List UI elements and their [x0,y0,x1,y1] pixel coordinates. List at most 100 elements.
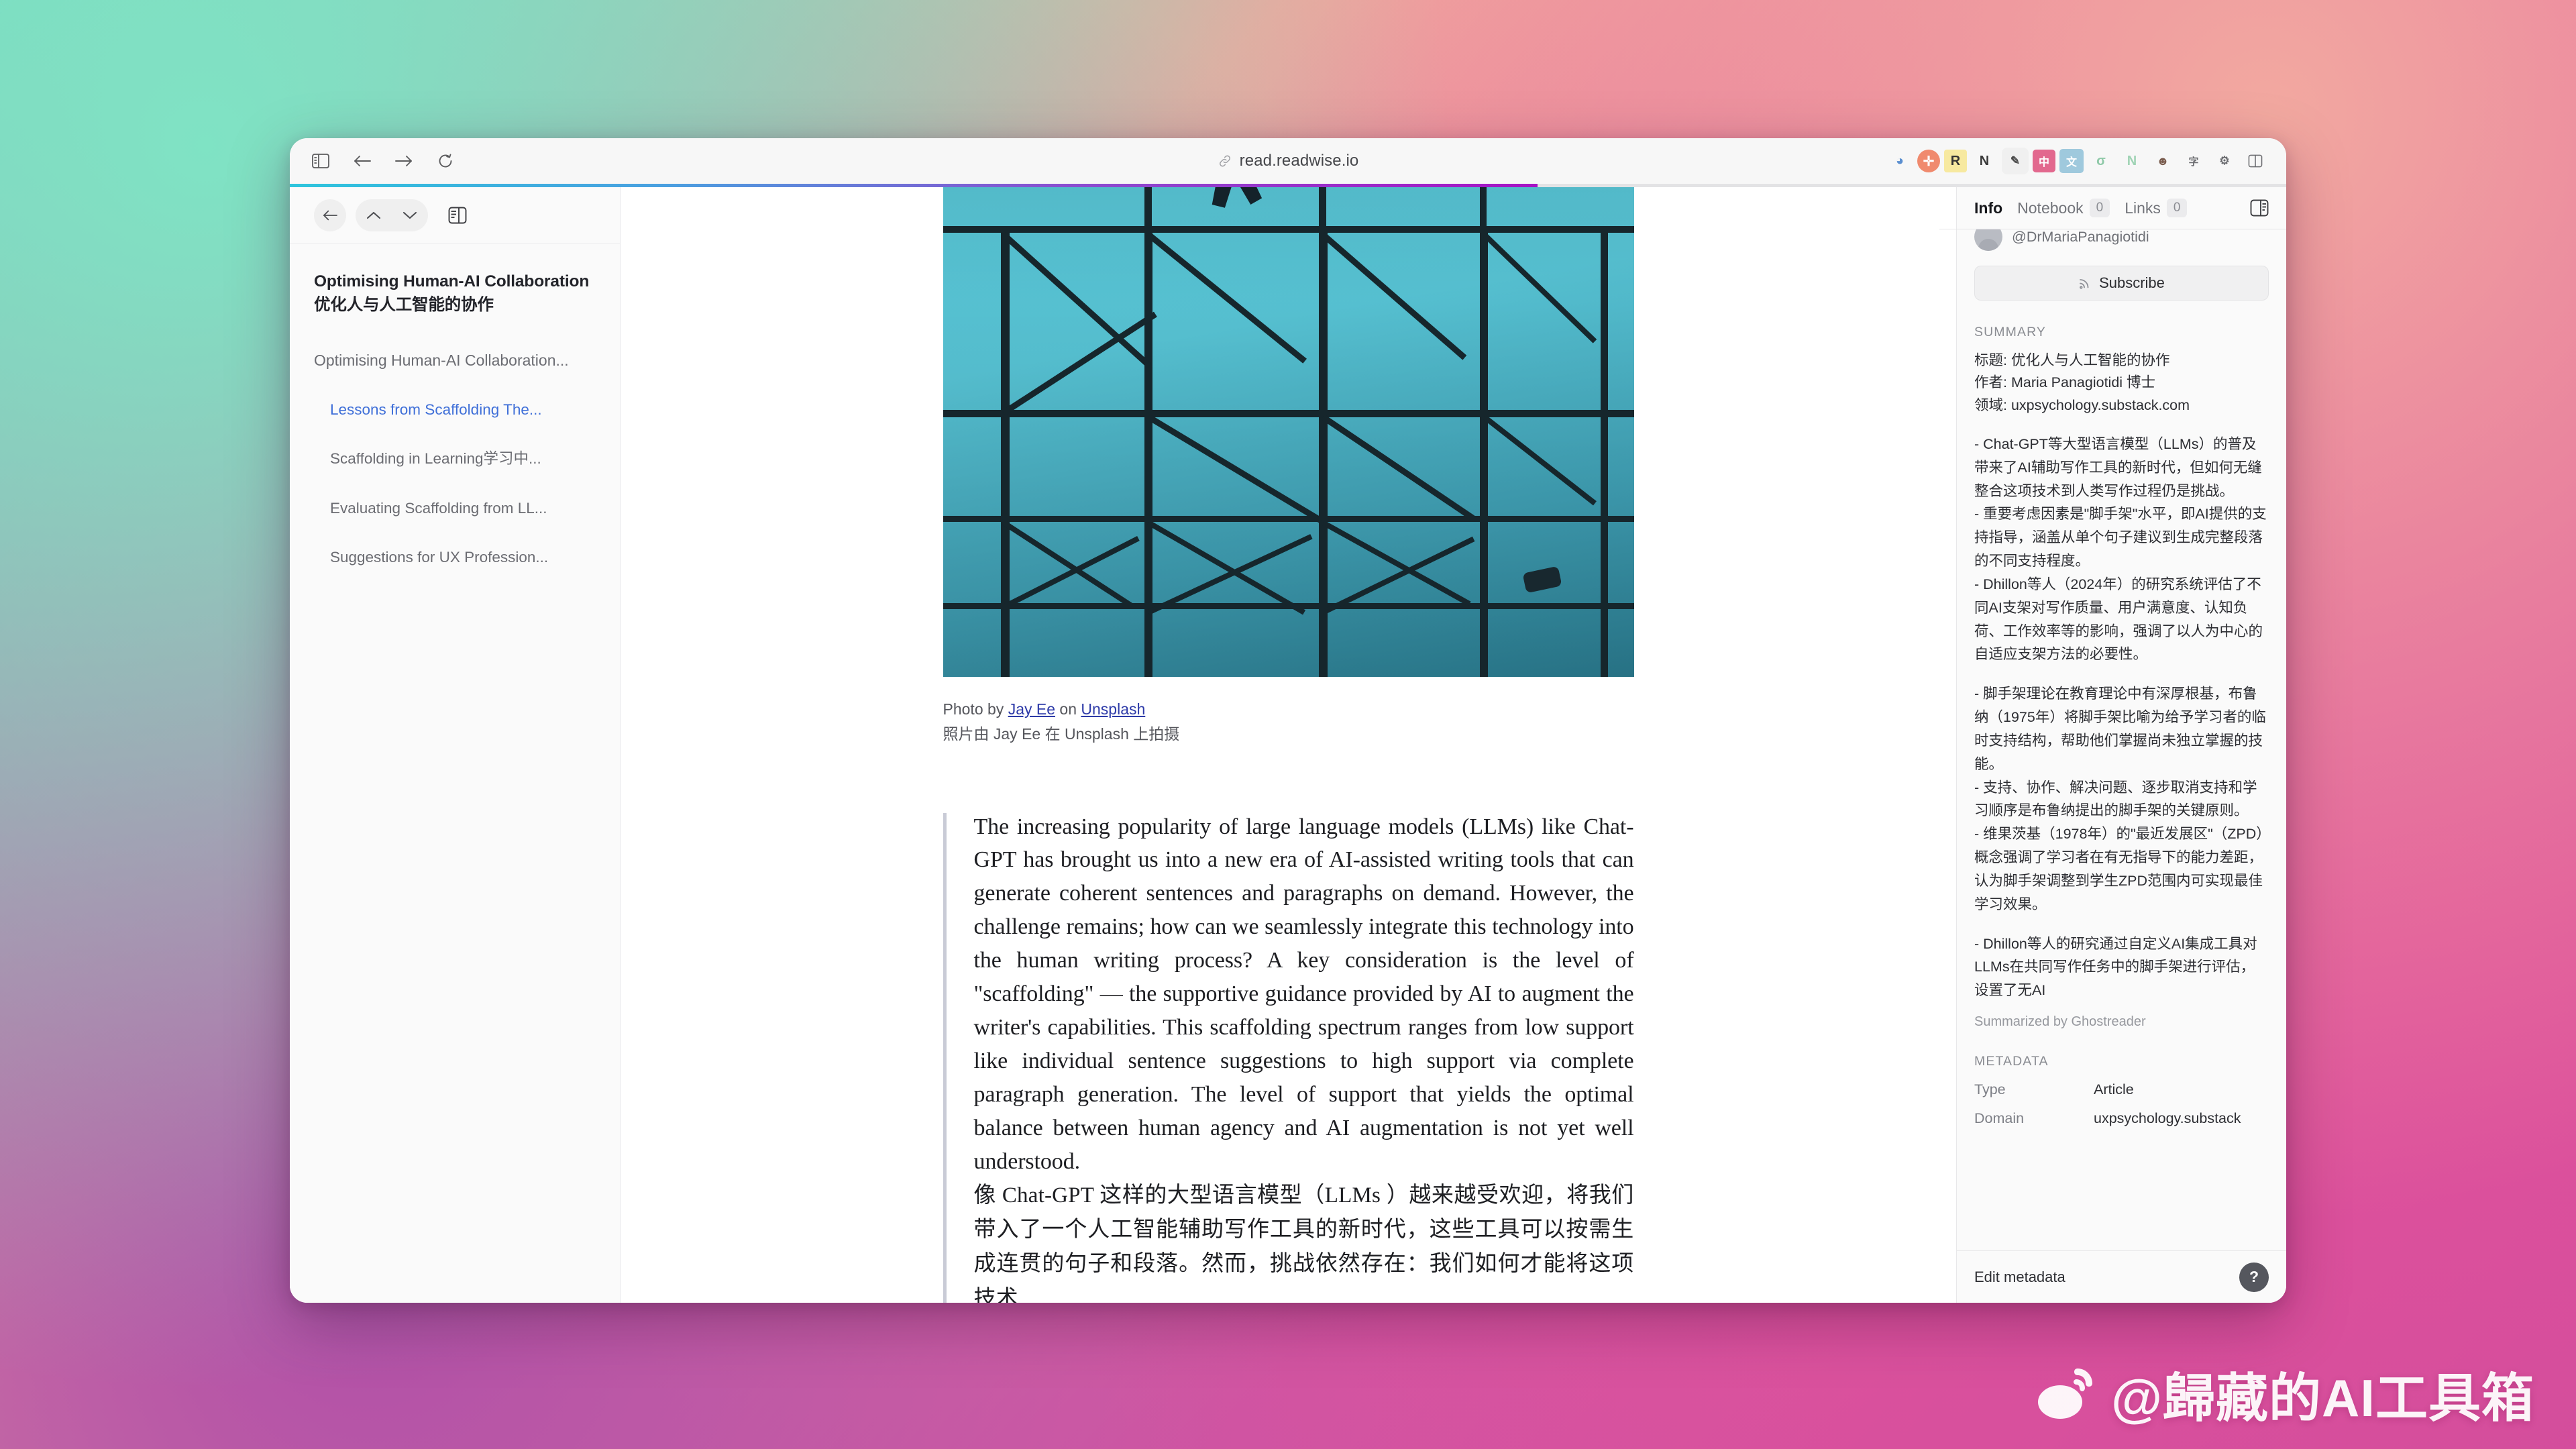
tab-links-label: Links [2125,199,2161,217]
notion-icon[interactable]: N [1971,148,1998,174]
toc-item-suggestions-for-ux[interactable]: Suggestions for UX Profession... [314,547,596,568]
info-panel-tabs: Info Notebook 0 Links 0 [1957,187,2286,229]
tab-info[interactable]: Info [1974,199,2002,217]
photo-credit: Photo by Jay Ee on Unsplash 照片由 Jay Ee 在… [943,697,1634,747]
nav-buttons [309,149,458,173]
summary-bullet-6: - 维果茨基（1978年）的"最近发展区"（ZPD）概念强调了学习者在有无指导下… [1974,826,2263,912]
privacy-badger-icon[interactable]: ◕ [1886,148,1913,174]
metadata-key-type: Type [1974,1081,2006,1097]
extension-toolbar: ◕ ✛ R N ✎ 中 文 σ N ☻ 字 ⚙ [1886,138,2269,184]
summary-bullet-2: - 重要考虑因素是"脚手架"水平，即AI提供的支持指导，涵盖从单个句子建议到生成… [1974,506,2267,570]
edit-metadata-button[interactable]: Edit metadata [1974,1269,2065,1286]
outline-back-icon[interactable] [314,199,346,231]
browser-content: Optimising Human-AI Collaboration 优化人与人工… [290,187,2286,1303]
outline-title-en: Optimising Human-AI Collaboration [314,272,590,290]
metadata-row-type: Type Article [1974,1081,2269,1098]
grammar-icon[interactable]: σ [2088,148,2114,174]
photo-credit-author-link[interactable]: Jay Ee [1008,700,1055,718]
article-body: The increasing popularity of large langu… [943,810,1634,1303]
article-hero-image [943,187,1634,677]
hero-worker-silhouette [1212,187,1263,208]
watermark: @歸藏的AI工具箱 [2036,1356,2534,1432]
info-panel-footer: Edit metadata ? [1957,1250,2286,1303]
summary-bullet-3: - Dhillon等人（2024年）的研究系统评估了不同AI支架对写作质量、用户… [1974,576,2263,663]
profile-avatar-icon[interactable]: ☻ [2149,148,2176,174]
reader-scroll-area[interactable]: Photo by Jay Ee on Unsplash 照片由 Jay Ee 在… [621,187,1956,1303]
tab-links[interactable]: Links 0 [2125,198,2188,218]
summary-section-label: SUMMARY [1974,325,2047,339]
metadata-value-domain: uxpsychology.substack [2094,1110,2241,1126]
summary-line-domain: 领域: uxpsychology.substack.com [1974,396,2190,413]
document-outline-sidebar: Optimising Human-AI Collaboration 优化人与人工… [290,187,621,1303]
link-icon [1218,154,1232,168]
photo-credit-zh: 照片由 Jay Ee 在 Unsplash 上拍摄 [943,725,1180,743]
reload-icon[interactable] [433,149,458,173]
info-panel-body[interactable]: @DrMariaPanagiotidi Subscribe SUMMARY 标题… [1957,229,2286,1303]
comment-cn-icon[interactable]: 字 [2180,148,2207,174]
weibo-logo-icon [2036,1366,2098,1422]
sidebar-toggle-icon[interactable] [309,149,333,173]
reader-main: Photo by Jay Ee on Unsplash 照片由 Jay Ee 在… [621,187,1956,1303]
author-avatar [1974,229,2002,251]
summary-bullets-group-3: - Dhillon等人的研究通过自定义AI集成工具对LLMs在共同写作任务中的脚… [1974,932,2269,1002]
forward-icon[interactable] [392,149,416,173]
info-panel-toggle-icon[interactable] [2250,199,2269,217]
url-text: read.readwise.io [1239,152,1359,170]
watermark-handle: @歸藏的AI工具箱 [2110,1368,2534,1428]
translate-cn-icon[interactable]: 中 [2033,150,2055,172]
summary-bullet-7: - Dhillon等人的研究通过自定义AI集成工具对LLMs在共同写作任务中的脚… [1974,935,2257,999]
summary-line-author: 作者: Maria Panagiotidi 博士 [1974,374,2156,391]
chevron-up-icon[interactable] [356,199,392,231]
sidebar-toolbar [290,187,620,244]
subscribe-label: Subscribe [2099,274,2165,291]
toc-item-lessons-from-scaffolding[interactable]: Lessons from Scaffolding The... [314,399,596,421]
settings-sliders-icon[interactable]: ⚙ [2211,148,2238,174]
photo-credit-en: Photo by Jay Ee on Unsplash [943,697,1634,722]
split-view-icon[interactable] [2242,148,2269,174]
article-paragraph-zh: 像 Chat-GPT 这样的大型语言模型（LLMs ）越来越受欢迎，将我们带入了… [973,1183,1634,1303]
tab-notebook-label: Notebook [2017,199,2084,217]
metadata-row-domain: Domain uxpsychology.substack [1974,1110,2269,1127]
tab-notebook[interactable]: Notebook 0 [2017,198,2110,218]
summary-bullet-5: - 支持、协作、解决问题、逐步取消支持和学习顺序是布鲁纳提出的脚手架的关键原则。 [1974,779,2257,819]
toc-item-scaffolding-in-learning[interactable]: Scaffolding in Learning学习中... [314,448,596,470]
readwise-icon[interactable]: R [1944,150,1967,172]
ghostreader-note: Summarized by Ghostreader [1974,1014,2146,1029]
author-row: @DrMariaPanagiotidi [1974,229,2269,251]
outline-title-zh: 优化人与人工智能的协作 [314,295,494,314]
info-panel: Info Notebook 0 Links 0 @DrMariaPanagiot… [1939,187,2286,1303]
summary-bullet-1: - Chat-GPT等大型语言模型（LLMs）的普及带来了AI辅助写作工具的新时… [1974,435,2262,499]
toc-root-item[interactable]: Optimising Human-AI Collaboration... [314,350,596,371]
summary-bullet-4: - 脚手架理论在教育理论中有深厚根基，布鲁纳（1975年）将脚手架比喻为给予学习… [1974,686,2266,772]
browser-titlebar: read.readwise.io ◕ ✛ R N ✎ 中 文 σ N ☻ 字 ⚙ [290,138,2286,184]
tab-info-label: Info [1974,199,2003,217]
photo-credit-source-link[interactable]: Unsplash [1081,700,1145,718]
summary-bullets-group-2: - 脚手架理论在教育理论中有深厚根基，布鲁纳（1975年）将脚手架比喻为给予学习… [1974,682,2269,916]
metadata-key-domain: Domain [1974,1110,2025,1126]
chevron-down-icon[interactable] [392,199,428,231]
browser-window: read.readwise.io ◕ ✛ R N ✎ 中 文 σ N ☻ 字 ⚙ [290,138,2286,1303]
immersive-translate-icon[interactable]: 文 [2059,149,2084,173]
summary-bullets-group-1: - Chat-GPT等大型语言模型（LLMs）的普及带来了AI辅助写作工具的新时… [1974,433,2269,666]
tab-notebook-count: 0 [2089,198,2110,218]
outline-document-title: Optimising Human-AI Collaboration 优化人与人工… [314,270,596,317]
note-clipper-icon[interactable]: ✎ [2002,148,2029,174]
nota-icon[interactable]: N [2118,148,2145,174]
outline-prev-next-group [356,199,428,231]
hero-lamp [1521,566,1562,594]
toc-item-evaluating-scaffolding[interactable]: Evaluating Scaffolding from LL... [314,498,596,519]
tab-links-count: 0 [2166,198,2188,218]
summary-line-title: 标题: 优化人与人工智能的协作 [1974,352,2170,368]
photo-credit-prefix: Photo by [943,700,1008,718]
author-handle: @DrMariaPanagiotidi [2012,229,2149,245]
article-paragraph-en: The increasing popularity of large langu… [973,814,1634,1175]
outline-list: Optimising Human-AI Collaboration 优化人与人工… [290,244,620,1303]
outline-panel-toggle-icon[interactable] [443,202,472,229]
photo-credit-mid: on [1055,700,1081,718]
subscribe-button[interactable]: Subscribe [1974,266,2269,301]
help-button[interactable]: ? [2239,1262,2269,1292]
adblock-icon[interactable]: ✛ [1917,150,1940,172]
metadata-value-type: Article [2094,1081,2134,1097]
table-of-contents: Optimising Human-AI Collaboration... Les… [314,350,596,568]
back-icon[interactable] [350,149,374,173]
